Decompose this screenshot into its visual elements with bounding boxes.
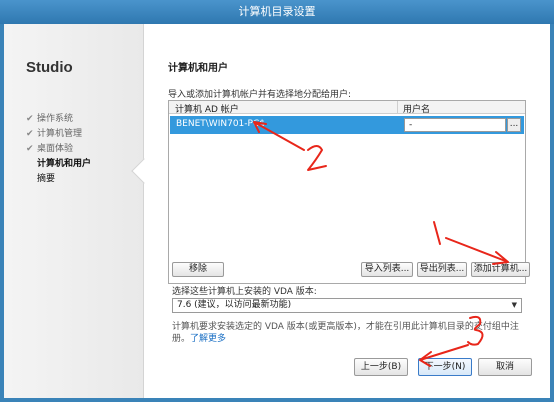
wizard-frame: Studio ✔ 操作系统 ✔ 计算机管理 ✔ 桌面体验 计算机和用户 摘要 计算机和… — [4, 24, 550, 398]
table-row[interactable]: BENET\WIN701-PC$ - ... — [170, 116, 524, 134]
vda-version-select[interactable]: 7.6 (建议，以访问最新功能) ▼ — [172, 298, 522, 313]
browse-users-button[interactable]: ... — [507, 118, 521, 132]
import-list-button[interactable]: 导入列表... — [361, 262, 413, 277]
cancel-button[interactable]: 取消 — [478, 358, 532, 376]
step-item-os: ✔ 操作系统 — [26, 112, 91, 127]
brand-logo: Studio — [26, 59, 73, 76]
page-title: 计算机和用户 — [168, 63, 228, 74]
check-icon: ✔ — [26, 114, 34, 124]
step-item-desktop-experience: ✔ 桌面体验 — [26, 142, 91, 157]
column-header-username[interactable]: 用户名 — [403, 102, 430, 115]
machine-account-cell[interactable]: BENET\WIN701-PC$ — [176, 119, 265, 129]
check-icon: ✔ — [26, 129, 34, 139]
column-divider[interactable] — [397, 101, 398, 114]
vda-selected-value: 7.6 (建议，以访问最新功能) — [177, 300, 292, 310]
instruction-text: 导入或添加计算机帐户并有选择地分配给用户: — [168, 90, 352, 100]
next-button[interactable]: 下一步(N) — [418, 358, 472, 376]
export-list-button[interactable]: 导出列表... — [417, 262, 467, 277]
add-computers-button[interactable]: 添加计算机... — [471, 262, 530, 277]
chevron-down-icon[interactable]: ▼ — [512, 299, 517, 312]
check-icon: ✔ — [26, 144, 34, 154]
table-header: 计算机 AD 帐户 用户名 — [169, 101, 525, 115]
step-list: ✔ 操作系统 ✔ 计算机管理 ✔ 桌面体验 计算机和用户 摘要 — [26, 112, 91, 187]
machines-table: 计算机 AD 帐户 用户名 BENET\WIN701-PC$ - ... — [168, 100, 526, 284]
vda-note: 计算机要求安装选定的 VDA 版本(或更高版本)，才能在引用此计算机目录的交付组… — [172, 322, 519, 344]
learn-more-link[interactable]: 了解更多 — [190, 334, 226, 344]
username-field[interactable]: - — [404, 118, 506, 132]
vda-version-label: 选择这些计算机上安装的 VDA 版本: — [172, 287, 317, 297]
column-header-ad-account[interactable]: 计算机 AD 帐户 — [175, 102, 239, 115]
remove-button[interactable]: 移除 — [172, 262, 224, 277]
wizard-sidebar: Studio ✔ 操作系统 ✔ 计算机管理 ✔ 桌面体验 计算机和用户 摘要 — [4, 24, 144, 398]
window-title: 计算机目录设置 — [0, 0, 554, 24]
step-item-machine-mgmt: ✔ 计算机管理 — [26, 127, 91, 142]
wizard-main: 计算机和用户 导入或添加计算机帐户并有选择地分配给用户: 计算机 AD 帐户 用… — [168, 24, 548, 398]
step-item-machines-users: 计算机和用户 — [37, 159, 92, 169]
step-item-summary: 摘要 — [37, 174, 56, 184]
back-button[interactable]: 上一步(B) — [354, 358, 408, 376]
